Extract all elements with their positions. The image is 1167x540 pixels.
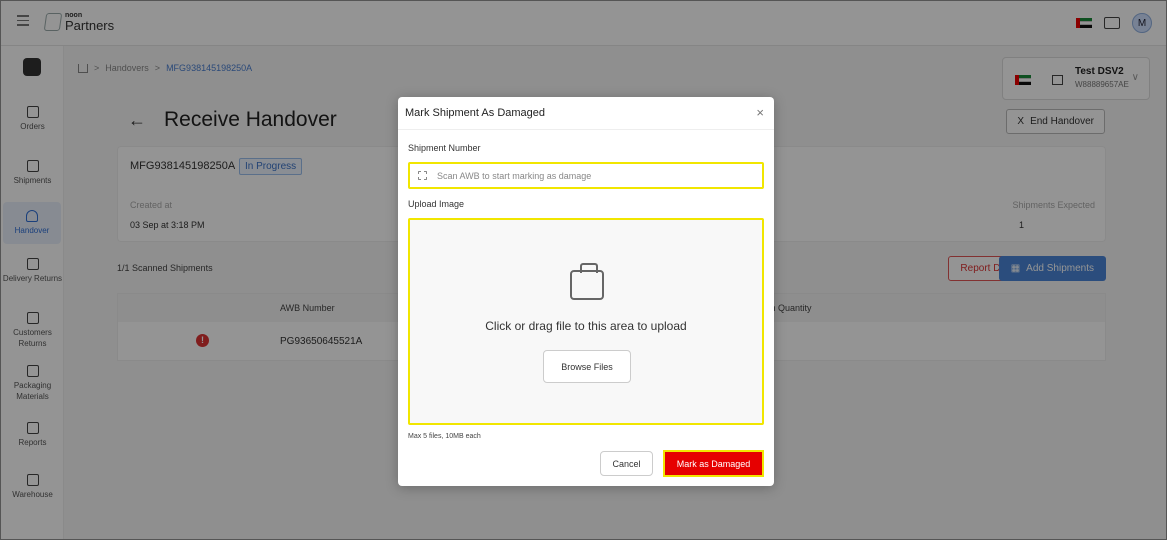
mark-damaged-modal: Mark Shipment As Damaged × Shipment Numb…: [398, 97, 774, 486]
mark-as-damaged-button[interactable]: Mark as Damaged: [663, 450, 764, 477]
dropzone-text: Click or drag file to this area to uploa…: [485, 319, 687, 333]
shipment-number-label: Shipment Number: [408, 143, 481, 153]
close-icon[interactable]: ×: [756, 105, 764, 120]
upload-image-label: Upload Image: [408, 199, 465, 209]
shipment-number-input[interactable]: [437, 170, 737, 181]
briefcase-icon: [570, 263, 604, 300]
scan-icon: [418, 171, 427, 180]
cancel-button[interactable]: Cancel: [600, 451, 653, 476]
app-frame: noon Partners M Orders Shipments Handove…: [0, 0, 1167, 540]
upload-hint: Max 5 files, 10MB each: [408, 433, 481, 440]
browse-files-button[interactable]: Browse Files: [543, 350, 631, 383]
shipment-number-field[interactable]: [408, 162, 764, 189]
modal-header: Mark Shipment As Damaged ×: [398, 97, 774, 130]
upload-dropzone[interactable]: Click or drag file to this area to uploa…: [408, 218, 764, 425]
modal-title: Mark Shipment As Damaged: [405, 107, 546, 119]
